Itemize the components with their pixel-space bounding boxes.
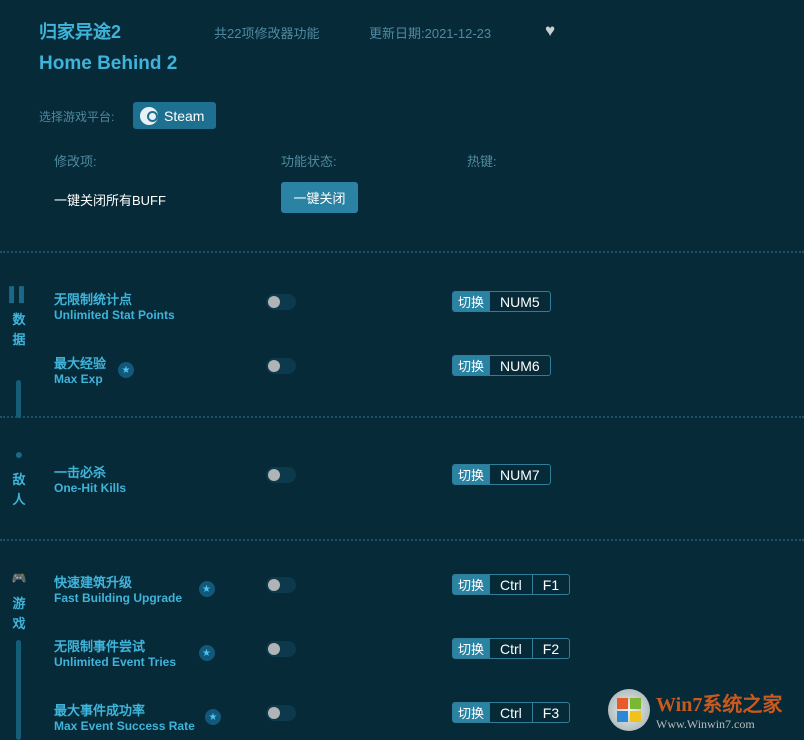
game-title-en: Home Behind 2 <box>39 53 177 75</box>
feature-toggle[interactable] <box>266 294 296 310</box>
feature-name-cn: 一击必杀 <box>54 462 106 481</box>
category-char: 数 <box>8 310 30 330</box>
hotkey-switch-label: 切换 <box>453 575 489 594</box>
hotkey-group: 切换CtrlF3 <box>452 702 570 723</box>
category-scroll-bar <box>16 640 21 740</box>
feature-count: 共22项修改器功能 <box>214 23 319 42</box>
hotkey-key[interactable]: Ctrl <box>489 639 532 658</box>
category-scroll-bar <box>16 380 21 418</box>
chart-bars-icon: ▌▌ <box>8 284 30 304</box>
hotkey-key[interactable]: F2 <box>532 639 569 658</box>
game-title-cn: 归家异途2 <box>39 18 121 44</box>
star-icon: ★ <box>118 362 134 378</box>
platform-name: Steam <box>164 108 204 124</box>
feature-name-en: Fast Building Upgrade <box>54 591 182 605</box>
category-char: 据 <box>8 330 30 350</box>
hotkey-group: 切换NUM6 <box>452 355 551 376</box>
divider <box>0 539 804 541</box>
category-char: 人 <box>8 490 30 510</box>
hotkey-switch-label: 切换 <box>453 292 489 311</box>
hotkey-key[interactable]: Ctrl <box>489 703 532 722</box>
category-char: 敌 <box>8 470 30 490</box>
hotkey-switch-label: 切换 <box>453 465 489 484</box>
hotkey-group: 切换NUM7 <box>452 464 551 485</box>
hotkey-group: 切换NUM5 <box>452 291 551 312</box>
category-char: 戏 <box>8 614 30 634</box>
feature-toggle[interactable] <box>266 577 296 593</box>
hotkey-key[interactable]: NUM7 <box>489 465 550 484</box>
category-char: 游 <box>8 594 30 614</box>
hotkey-key[interactable]: Ctrl <box>489 575 532 594</box>
hotkey-group: 切换CtrlF2 <box>452 638 570 659</box>
divider <box>0 416 804 418</box>
watermark-brand: Win7系统之家 <box>656 688 782 717</box>
feature-name-en: Max Event Success Rate <box>54 719 195 733</box>
gamepad-icon: 🎮 <box>8 568 30 588</box>
hotkey-key[interactable]: F3 <box>532 703 569 722</box>
windows-logo-icon <box>608 689 650 731</box>
update-date: 更新日期:2021-12-23 <box>369 23 491 42</box>
feature-toggle[interactable] <box>266 705 296 721</box>
feature-name-cn: 最大经验 <box>54 353 106 372</box>
star-icon: ★ <box>205 709 221 725</box>
hotkey-switch-label: 切换 <box>453 639 489 658</box>
feature-name-en: One-Hit Kills <box>54 481 126 495</box>
hotkey-switch-label: 切换 <box>453 356 489 375</box>
divider <box>0 251 804 253</box>
category-label: 数据 <box>8 310 30 350</box>
hotkey-group: 切换CtrlF1 <box>452 574 570 595</box>
column-header-item: 修改项: <box>54 151 97 170</box>
feature-name-cn: 无限制事件尝试 <box>54 636 145 655</box>
feature-toggle[interactable] <box>266 467 296 483</box>
category-label: 游戏 <box>8 594 30 634</box>
star-icon: ★ <box>199 581 215 597</box>
hotkey-switch-label: 切换 <box>453 703 489 722</box>
skull-icon: ● <box>8 444 30 464</box>
feature-toggle[interactable] <box>266 358 296 374</box>
steam-icon <box>140 107 158 125</box>
column-header-status: 功能状态: <box>281 151 337 170</box>
close-all-button[interactable]: 一键关闭 <box>281 182 358 213</box>
platform-label: 选择游戏平台: <box>39 108 114 125</box>
platform-steam-button[interactable]: Steam <box>133 102 216 129</box>
feature-name-cn: 无限制统计点 <box>54 289 132 308</box>
favorite-heart-icon[interactable]: ♥ <box>545 21 555 41</box>
column-header-hotkey: 热键: <box>467 151 497 170</box>
feature-name-en: Unlimited Event Tries <box>54 655 176 669</box>
close-all-buff-label: 一键关闭所有BUFF <box>54 190 166 209</box>
category-label: 敌人 <box>8 470 30 510</box>
feature-name-cn: 快速建筑升级 <box>54 572 132 591</box>
feature-name-en: Max Exp <box>54 372 103 386</box>
star-icon: ★ <box>199 645 215 661</box>
feature-toggle[interactable] <box>266 641 296 657</box>
feature-name-cn: 最大事件成功率 <box>54 700 145 719</box>
feature-name-en: Unlimited Stat Points <box>54 308 175 322</box>
hotkey-key[interactable]: F1 <box>532 575 569 594</box>
hotkey-key[interactable]: NUM5 <box>489 292 550 311</box>
watermark-url: Www.Winwin7.com <box>656 717 782 732</box>
watermark: Win7系统之家 Www.Winwin7.com <box>608 688 782 732</box>
hotkey-key[interactable]: NUM6 <box>489 356 550 375</box>
